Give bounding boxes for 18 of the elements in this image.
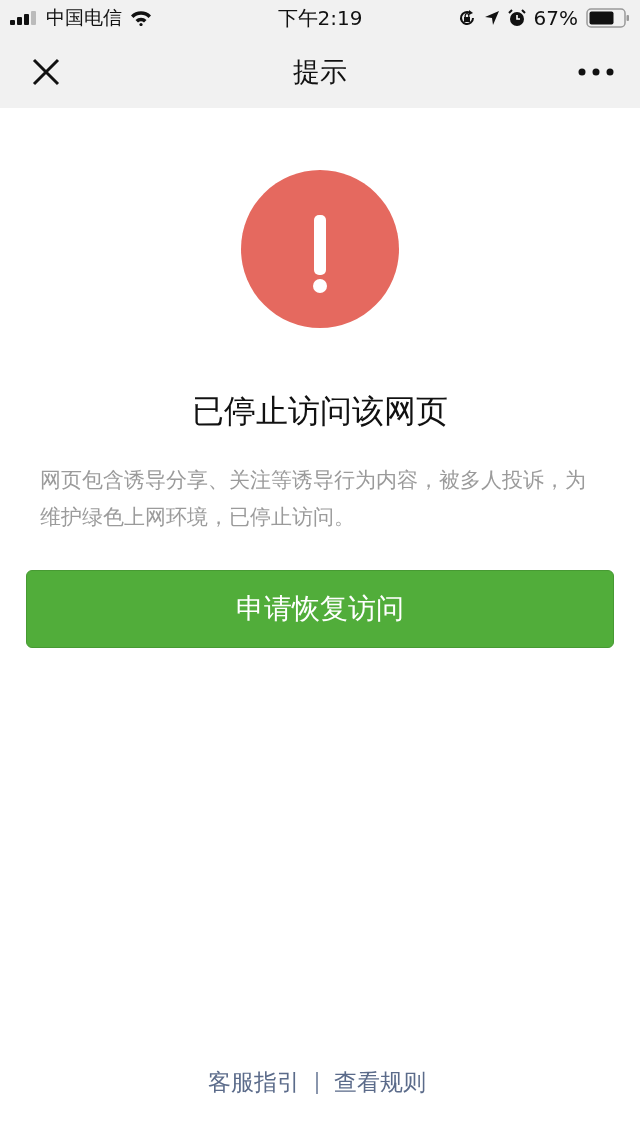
carrier-name: 中国电信 bbox=[46, 5, 122, 30]
rotation-lock-icon bbox=[457, 9, 476, 27]
location-arrow-icon bbox=[483, 10, 500, 26]
footer-link[interactable]: 查看规则 bbox=[334, 1066, 426, 1098]
signal-icon bbox=[10, 11, 38, 25]
battery-percent: 67% bbox=[533, 6, 578, 30]
notice-message: 网页包含诱导分享、关注等诱导行为内容，被多人投诉，为维护绿色上网环境，已停止访问。 bbox=[40, 467, 587, 531]
restore-access-button[interactable]: 申请恢复访问 bbox=[26, 570, 614, 648]
battery-icon bbox=[586, 8, 630, 28]
warning-icon bbox=[241, 170, 399, 328]
alarm-clock-icon bbox=[507, 9, 526, 27]
status-time: 下午2:19 bbox=[277, 4, 363, 32]
notice-title: 已停止访问该网页 bbox=[192, 391, 448, 432]
close-button[interactable] bbox=[32, 58, 60, 86]
more-button[interactable] bbox=[578, 68, 614, 76]
wifi-icon bbox=[130, 10, 152, 26]
page-title: 提示 bbox=[293, 55, 347, 89]
footer-link[interactable]: 客服指引 bbox=[208, 1066, 300, 1098]
